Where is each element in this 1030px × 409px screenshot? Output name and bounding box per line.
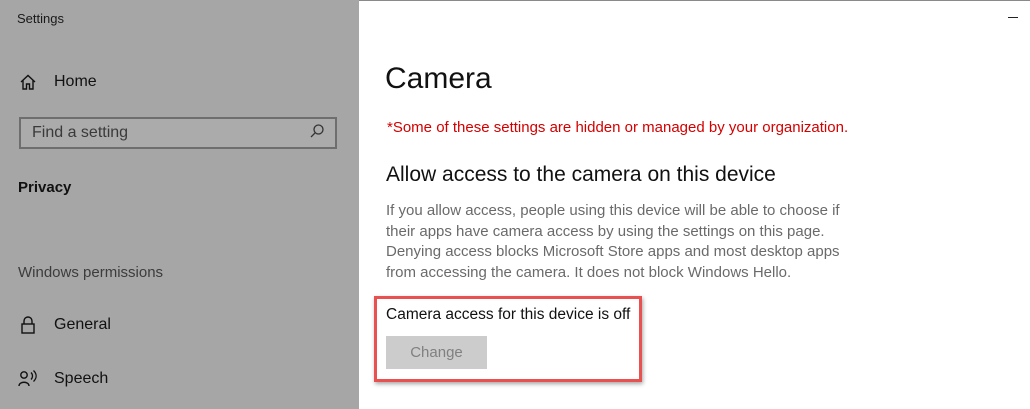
page-title: Camera	[385, 62, 492, 95]
section-heading: Allow access to the camera on this devic…	[386, 163, 776, 186]
sidebar-item-label: Speech	[54, 370, 109, 387]
sidebar: Settings Home Privacy Windows permission…	[0, 0, 359, 409]
section-description: If you allow access, people using this d…	[386, 202, 840, 281]
speech-icon	[18, 369, 38, 389]
app-title: Settings	[17, 11, 64, 26]
search-box[interactable]	[19, 117, 337, 149]
sidebar-item-speech[interactable]: Speech	[18, 369, 108, 389]
window-border	[359, 0, 1030, 1]
home-icon	[18, 72, 38, 92]
sidebar-item-general[interactable]: General	[18, 315, 111, 335]
sidebar-section-privacy: Privacy	[18, 179, 72, 196]
sidebar-item-label: Home	[54, 73, 97, 90]
minimize-button[interactable]	[1008, 17, 1018, 18]
sidebar-item-home[interactable]: Home	[18, 72, 97, 92]
highlight-box	[374, 296, 642, 382]
sidebar-item-label: General	[54, 316, 111, 333]
sidebar-group-label: Windows permissions	[18, 264, 164, 281]
lock-icon	[18, 315, 38, 335]
managed-notice: *Some of these settings are hidden or ma…	[387, 119, 849, 136]
search-input[interactable]	[32, 124, 292, 142]
search-icon[interactable]	[309, 123, 325, 144]
